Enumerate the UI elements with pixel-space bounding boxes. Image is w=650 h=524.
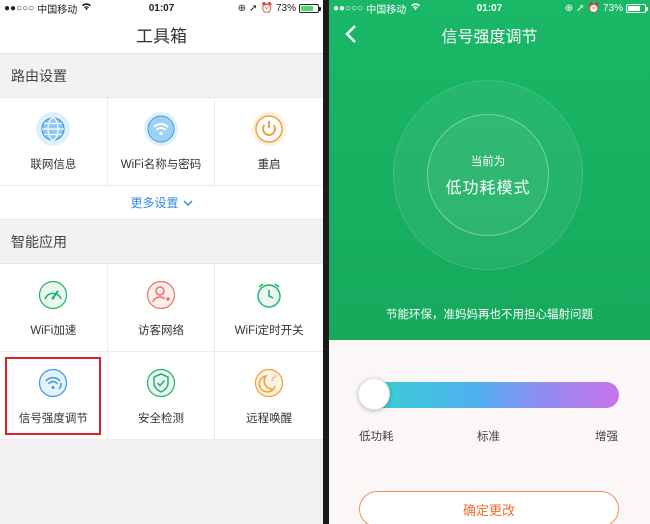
more-settings-link[interactable]: 更多设置 <box>0 186 323 220</box>
tool-guest-network[interactable]: 访客网络 <box>107 264 216 352</box>
signal-dots-icon: ●●○○○ <box>4 2 35 14</box>
tool-label: 信号强度调节 <box>18 412 88 425</box>
tool-remote-wake[interactable]: zz 远程唤醒 <box>215 352 323 440</box>
carrier-label: 中国移动 <box>37 4 78 16</box>
tool-wifi-name-password[interactable]: WiFi名称与密码 <box>107 98 216 186</box>
battery-icon <box>626 3 648 13</box>
wifi-icon <box>143 111 178 146</box>
signal-strength-screen: ●●○○○ 中国移动 01:07 ⊕ ➚ ⏰ 73% 信号强度调节 当前为 低功… <box>329 0 650 524</box>
signal-slider-track[interactable] <box>359 382 619 408</box>
page-title: 工具箱 <box>136 27 187 46</box>
confirm-change-button[interactable]: 确定更改 <box>359 491 619 524</box>
carrier-label: 中国移动 <box>366 4 407 16</box>
back-chevron-icon[interactable] <box>339 22 363 46</box>
router-settings-grid: 联网信息 WiFi名称与密码 重启 <box>0 97 323 186</box>
current-mode: 低功耗模式 <box>445 179 531 197</box>
slider-label-low: 低功耗 <box>359 431 394 443</box>
slider-label-boost: 增强 <box>595 431 618 443</box>
power-icon <box>252 111 287 146</box>
toolbox-screen: ●●○○○ 中国移动 01:07 ⊕ ➚ ⏰ 73% 工具箱 路由设置 联网信息 <box>0 0 323 524</box>
tool-label: WiFi名称与密码 <box>120 158 202 171</box>
tool-wifi-boost[interactable]: WiFi加速 <box>0 264 108 352</box>
tool-label: 访客网络 <box>137 324 184 337</box>
signal-slider-thumb[interactable] <box>358 378 390 410</box>
tool-label: WiFi定时开关 <box>234 324 304 337</box>
alarm-icon: ⏰ <box>260 2 273 14</box>
tool-network-info[interactable]: 联网信息 <box>0 98 108 186</box>
mode-ring-inner: 当前为 低功耗模式 <box>427 114 549 236</box>
battery-percent: 73% <box>602 2 623 14</box>
signal-strength-icon <box>36 365 71 400</box>
chevron-down-icon <box>182 196 193 210</box>
slider-label-standard: 标准 <box>477 431 500 443</box>
section-title-apps: 智能应用 <box>11 233 67 250</box>
alarm-icon: ⏰ <box>587 2 600 14</box>
speedometer-icon <box>36 277 71 312</box>
current-label: 当前为 <box>470 155 506 168</box>
wifi-status-icon <box>81 2 92 14</box>
tool-label: WiFi加速 <box>30 324 77 337</box>
section-title-router: 路由设置 <box>11 67 67 84</box>
rotation-lock-icon: ⊕ <box>237 2 247 14</box>
nav-bar: 工具箱 <box>0 16 323 54</box>
more-settings-label: 更多设置 <box>130 196 179 210</box>
shield-check-icon <box>143 365 178 400</box>
tool-wifi-timer[interactable]: WiFi定时开关 <box>215 264 323 352</box>
tool-reboot[interactable]: 重启 <box>215 98 323 186</box>
status-bar: ●●○○○ 中国移动 01:07 ⊕ ➚ ⏰ 73% <box>329 0 650 16</box>
status-bar: ●●○○○ 中国移动 01:07 ⊕ ➚ ⏰ 73% <box>0 0 323 16</box>
guest-user-icon <box>143 277 178 312</box>
wifi-status-icon <box>410 2 421 14</box>
globe-icon <box>36 111 71 146</box>
tool-label: 联网信息 <box>30 158 77 171</box>
confirm-label: 确定更改 <box>462 502 515 518</box>
battery-icon <box>299 3 321 13</box>
mode-tip: 节能环保，准妈妈再也不用担心辐射问题 <box>386 309 593 321</box>
location-icon: ➚ <box>576 2 585 14</box>
header-panel: ●●○○○ 中国移动 01:07 ⊕ ➚ ⏰ 73% 信号强度调节 当前为 低功… <box>329 0 650 340</box>
location-icon: ➚ <box>249 2 258 14</box>
smart-apps-grid: WiFi加速 访客网络 WiFi定时开关 信号强度调节 安全检测 z z 远程唤… <box>0 263 323 440</box>
tool-label: 远程唤醒 <box>246 412 293 425</box>
battery-percent: 73% <box>275 2 296 14</box>
tool-security-check[interactable]: 安全检测 <box>107 352 216 440</box>
tool-signal-strength[interactable]: 信号强度调节 <box>0 352 108 440</box>
page-title: 信号强度调节 <box>441 29 538 46</box>
tool-label: 重启 <box>257 158 281 171</box>
rotation-lock-icon: ⊕ <box>564 2 574 14</box>
nav-bar: 信号强度调节 <box>329 16 650 54</box>
tool-label: 安全检测 <box>137 412 184 425</box>
signal-dots-icon: ●●○○○ <box>333 2 364 14</box>
alarm-clock-icon <box>252 277 287 312</box>
moon-sleep-icon: zz <box>252 365 287 400</box>
